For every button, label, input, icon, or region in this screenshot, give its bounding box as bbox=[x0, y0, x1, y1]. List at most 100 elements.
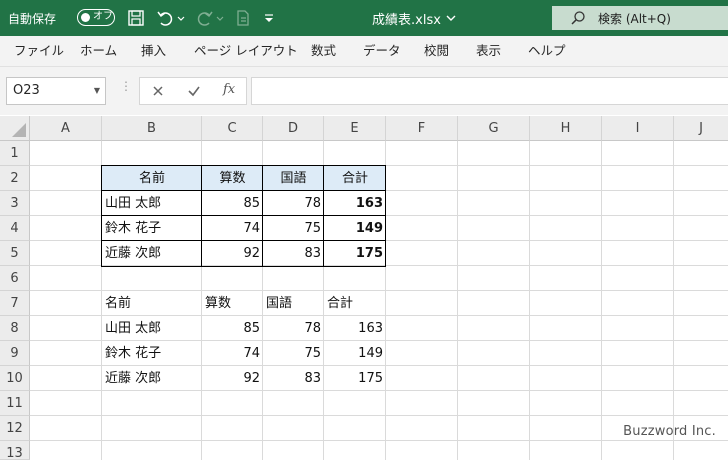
name-box[interactable]: O23 ▼ bbox=[6, 77, 106, 105]
column-header-i[interactable]: I bbox=[602, 116, 674, 141]
column-header-b[interactable]: B bbox=[102, 116, 202, 141]
tab-insert[interactable]: 挿入 bbox=[141, 36, 166, 66]
tab-home[interactable]: ホーム bbox=[80, 36, 117, 66]
row-header-8[interactable]: 8 bbox=[0, 316, 30, 341]
table1-cell[interactable]: 74 bbox=[202, 216, 263, 241]
customize-icon[interactable] bbox=[262, 8, 276, 28]
row-header-9[interactable]: 9 bbox=[0, 341, 30, 366]
table2-cell[interactable]: 92 bbox=[202, 366, 263, 391]
undo-icon[interactable] bbox=[155, 8, 175, 28]
table2-cell[interactable]: 山田 太郎 bbox=[102, 316, 202, 341]
column-header-f[interactable]: F bbox=[386, 116, 458, 141]
gridline bbox=[30, 415, 728, 416]
tab-data[interactable]: データ bbox=[363, 36, 401, 66]
column-header-d[interactable]: D bbox=[263, 116, 324, 141]
undo-dropdown-icon[interactable] bbox=[176, 8, 186, 28]
table1-cell[interactable]: 83 bbox=[263, 241, 324, 266]
worksheet-grid[interactable]: A B C D E F G H I J 1 2 3 4 5 6 7 8 9 10… bbox=[0, 116, 728, 461]
search-box[interactable]: 検索 (Alt+Q) bbox=[552, 6, 728, 30]
row-header-12[interactable]: 12 bbox=[0, 416, 30, 441]
select-all-triangle bbox=[12, 123, 26, 137]
tab-help[interactable]: ヘルプ bbox=[528, 36, 566, 66]
table2-cell[interactable]: 近藤 次郎 bbox=[102, 366, 202, 391]
redo-icon[interactable] bbox=[195, 8, 215, 28]
table1-border bbox=[101, 215, 386, 216]
table1-header-math[interactable]: 算数 bbox=[202, 166, 263, 191]
format-painter-icon[interactable] bbox=[233, 8, 253, 28]
row-header-6[interactable]: 6 bbox=[0, 266, 30, 291]
table1-total-cell[interactable]: 175 bbox=[324, 241, 386, 266]
file-name-text: 成績表.xlsx bbox=[372, 12, 441, 28]
formula-buttons: fx bbox=[139, 77, 247, 105]
row-header-4[interactable]: 4 bbox=[0, 216, 30, 241]
tab-file[interactable]: ファイル bbox=[14, 36, 64, 66]
row-header-5[interactable]: 5 bbox=[0, 241, 30, 266]
row-header-1[interactable]: 1 bbox=[0, 141, 30, 166]
gridline bbox=[30, 440, 728, 441]
table1-border bbox=[323, 165, 324, 267]
cancel-icon[interactable] bbox=[152, 85, 164, 97]
row-header-3[interactable]: 3 bbox=[0, 191, 30, 216]
column-header-j[interactable]: J bbox=[674, 116, 728, 141]
formula-bar-separator[interactable]: ⋮ bbox=[120, 79, 132, 93]
table1-cell[interactable]: 78 bbox=[263, 191, 324, 216]
row-header-7[interactable]: 7 bbox=[0, 291, 30, 316]
tab-view[interactable]: 表示 bbox=[476, 36, 501, 66]
table2-cell[interactable]: 鈴木 花子 bbox=[102, 341, 202, 366]
table2-cell[interactable]: 83 bbox=[263, 366, 324, 391]
table2-header-math[interactable]: 算数 bbox=[202, 291, 263, 316]
gridline bbox=[457, 141, 458, 460]
table1-cell[interactable]: 山田 太郎 bbox=[102, 191, 202, 216]
tab-formulas[interactable]: 数式 bbox=[311, 36, 336, 66]
row-header-10[interactable]: 10 bbox=[0, 366, 30, 391]
tab-page-layout[interactable]: ページ レイアウト bbox=[194, 36, 298, 66]
table2-cell[interactable]: 75 bbox=[263, 341, 324, 366]
formula-input[interactable] bbox=[251, 77, 728, 105]
table2-header-japanese[interactable]: 国語 bbox=[263, 291, 324, 316]
gridline bbox=[529, 141, 530, 460]
column-header-c[interactable]: C bbox=[202, 116, 263, 141]
redo-dropdown-icon[interactable] bbox=[215, 8, 225, 28]
column-header-h[interactable]: H bbox=[530, 116, 602, 141]
table1-cell[interactable]: 鈴木 花子 bbox=[102, 216, 202, 241]
table2-cell[interactable]: 78 bbox=[263, 316, 324, 341]
gridline bbox=[673, 141, 674, 460]
autosave-toggle[interactable]: オフ bbox=[77, 9, 115, 26]
table1-header-japanese[interactable]: 国語 bbox=[263, 166, 324, 191]
autosave-label: 自動保存 bbox=[8, 11, 57, 26]
insert-function-icon[interactable]: fx bbox=[223, 82, 235, 97]
row-header-2[interactable]: 2 bbox=[0, 166, 30, 191]
save-icon[interactable] bbox=[126, 8, 146, 28]
table1-cell[interactable]: 75 bbox=[263, 216, 324, 241]
watermark: Buzzword Inc. bbox=[623, 424, 716, 439]
table2-cell[interactable]: 85 bbox=[202, 316, 263, 341]
table1-cell[interactable]: 近藤 次郎 bbox=[102, 241, 202, 266]
table1-total-cell[interactable]: 149 bbox=[324, 216, 386, 241]
table1-cell[interactable]: 92 bbox=[202, 241, 263, 266]
row-header-11[interactable]: 11 bbox=[0, 391, 30, 416]
file-name[interactable]: 成績表.xlsx bbox=[372, 0, 457, 36]
column-header-a[interactable]: A bbox=[30, 116, 102, 141]
search-icon bbox=[571, 11, 585, 25]
table1-header-name[interactable]: 名前 bbox=[102, 166, 202, 191]
table2-header-name[interactable]: 名前 bbox=[102, 291, 202, 316]
table1-total-cell[interactable]: 163 bbox=[324, 191, 386, 216]
table2-cell[interactable]: 149 bbox=[324, 341, 386, 366]
table2-cell[interactable]: 175 bbox=[324, 366, 386, 391]
row-header-13[interactable]: 13 bbox=[0, 441, 30, 461]
table1-cell[interactable]: 85 bbox=[202, 191, 263, 216]
table1-header-total[interactable]: 合計 bbox=[324, 166, 386, 191]
enter-icon[interactable] bbox=[187, 84, 201, 98]
table2-header-total[interactable]: 合計 bbox=[324, 291, 386, 316]
column-header-e[interactable]: E bbox=[324, 116, 386, 141]
select-all-button[interactable] bbox=[0, 116, 30, 141]
table1-border bbox=[101, 240, 386, 241]
name-box-dropdown-icon[interactable]: ▼ bbox=[94, 78, 100, 104]
autosave-state: オフ bbox=[93, 11, 113, 22]
table2-cell[interactable]: 74 bbox=[202, 341, 263, 366]
tab-review[interactable]: 校閲 bbox=[424, 36, 449, 66]
column-header-g[interactable]: G bbox=[458, 116, 530, 141]
table2-cell[interactable]: 163 bbox=[324, 316, 386, 341]
ribbon-tabs: ファイル ホーム 挿入 ページ レイアウト 数式 データ 校閲 表示 ヘルプ bbox=[0, 36, 728, 67]
toggle-knob bbox=[81, 12, 90, 22]
